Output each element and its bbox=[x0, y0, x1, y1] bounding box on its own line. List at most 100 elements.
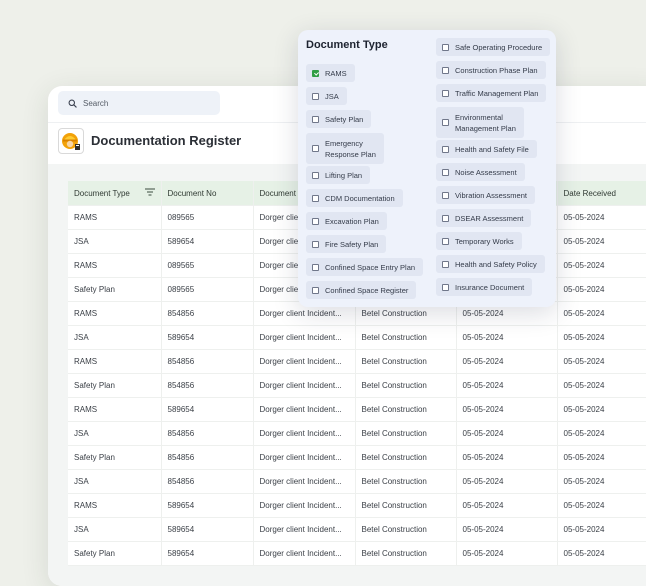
filter-option[interactable]: JSA bbox=[306, 87, 347, 105]
filter-option[interactable]: CDM Documentation bbox=[306, 189, 403, 207]
filter-option-label: Emergency Response Plan bbox=[325, 138, 376, 159]
cell-date-received: 05-05-2024 bbox=[557, 277, 646, 302]
table-row[interactable]: RAMS 589654 Dorger client Incident... Betel… bbox=[68, 493, 646, 518]
checkbox[interactable] bbox=[312, 171, 319, 179]
filter-option[interactable]: Traffic Management Plan bbox=[436, 84, 547, 102]
checkbox[interactable] bbox=[442, 191, 449, 199]
cell-document-no: 589654 bbox=[161, 325, 254, 350]
checkbox[interactable] bbox=[442, 66, 449, 74]
cell-document-no: 589654 bbox=[161, 229, 254, 254]
filter-option[interactable]: Health and Safety File bbox=[436, 140, 537, 158]
checkbox[interactable] bbox=[312, 263, 319, 271]
checkbox[interactable] bbox=[312, 69, 319, 77]
search-box[interactable]: Search bbox=[58, 91, 220, 115]
cell-document: Dorger client Incident... bbox=[253, 421, 356, 446]
cell-document-type: JSA bbox=[68, 325, 162, 350]
filter-option-label: Health and Safety File bbox=[455, 144, 529, 154]
cell-company: Betel Construction bbox=[355, 325, 457, 350]
col-document-type[interactable]: Document Type bbox=[68, 181, 162, 206]
filter-option-label: Confined Space Entry Plan bbox=[325, 262, 416, 272]
checkbox[interactable] bbox=[312, 115, 319, 123]
filter-lines-icon[interactable] bbox=[144, 188, 155, 198]
filter-option[interactable]: DSEAR Assessment bbox=[436, 209, 532, 227]
filter-option-label: Health and Safety Policy bbox=[455, 259, 537, 269]
filter-option[interactable]: Fire Safety Plan bbox=[306, 235, 387, 253]
checkbox[interactable] bbox=[312, 286, 319, 294]
cell-company: Betel Construction bbox=[355, 397, 457, 422]
filter-option[interactable]: Noise Assessment bbox=[436, 163, 525, 181]
cell-document-type: JSA bbox=[68, 469, 162, 494]
filter-option[interactable]: Excavation Plan bbox=[306, 212, 387, 230]
filter-option[interactable]: Lifting Plan bbox=[306, 166, 371, 184]
cell-date-issued: 05-05-2024 bbox=[456, 541, 558, 566]
cell-date-received: 05-05-2024 bbox=[557, 301, 646, 326]
checkbox[interactable] bbox=[442, 283, 449, 291]
checkbox[interactable] bbox=[442, 237, 449, 245]
cell-date-issued: 05-05-2024 bbox=[456, 349, 558, 374]
checkbox[interactable] bbox=[442, 89, 449, 97]
cell-document-type: RAMS bbox=[68, 205, 162, 230]
cell-date-issued: 05-05-2024 bbox=[456, 397, 558, 422]
checkbox[interactable] bbox=[442, 145, 449, 153]
cell-date-received: 05-05-2024 bbox=[557, 253, 646, 278]
cell-date-received: 05-05-2024 bbox=[557, 469, 646, 494]
cell-document-no: 854856 bbox=[161, 445, 254, 470]
checkbox[interactable] bbox=[442, 260, 449, 268]
table-row[interactable]: Safety Plan 854856 Dorger client Incident.… bbox=[68, 373, 646, 398]
cell-date-received: 05-05-2024 bbox=[557, 397, 646, 422]
cell-date-issued: 05-05-2024 bbox=[456, 421, 558, 446]
filter-option[interactable]: Confined Space Register bbox=[306, 281, 417, 299]
checkbox[interactable] bbox=[312, 240, 319, 248]
filter-option-label: CDM Documentation bbox=[325, 193, 395, 203]
cell-date-issued: 05-05-2024 bbox=[456, 325, 558, 350]
filter-option[interactable]: Temporary Works bbox=[436, 232, 522, 250]
filter-option[interactable]: Construction Phase Plan bbox=[436, 61, 546, 79]
table-row[interactable]: RAMS 589654 Dorger client Incident... Betel… bbox=[68, 397, 646, 422]
table-row[interactable]: Safety Plan 589654 Dorger client Incident.… bbox=[68, 541, 646, 566]
table-row[interactable]: Safety Plan 854856 Dorger client Incident.… bbox=[68, 445, 646, 470]
filter-option[interactable]: Emergency Response Plan bbox=[306, 133, 384, 164]
cell-company: Betel Construction bbox=[355, 445, 457, 470]
cell-document-no: 089565 bbox=[161, 205, 254, 230]
checkbox[interactable] bbox=[442, 43, 449, 51]
col-date-received[interactable]: Date Received bbox=[557, 181, 646, 206]
cell-document-no: 854856 bbox=[161, 349, 254, 374]
cell-document-type: Safety Plan bbox=[68, 445, 162, 470]
cell-document: Dorger client Incident... bbox=[253, 349, 356, 374]
search-label: Search bbox=[83, 98, 109, 108]
page-title: Documentation Register bbox=[91, 133, 242, 148]
filter-option[interactable]: RAMS bbox=[306, 64, 355, 82]
col-document-no[interactable]: Document No bbox=[161, 181, 254, 206]
cell-date-received: 05-05-2024 bbox=[557, 493, 646, 518]
cell-company: Betel Construction bbox=[355, 349, 457, 374]
filter-option[interactable]: Safe Operating Procedure bbox=[436, 38, 551, 56]
filter-option[interactable]: Insurance Document bbox=[436, 278, 533, 296]
table-row[interactable]: JSA589654Dorger client Incident...Betel … bbox=[68, 517, 646, 542]
checkbox[interactable] bbox=[312, 217, 319, 225]
checkbox[interactable] bbox=[312, 145, 319, 152]
checkbox[interactable] bbox=[312, 194, 319, 202]
checkbox[interactable] bbox=[442, 214, 449, 222]
cell-document-type: Safety Plan bbox=[68, 373, 162, 398]
table-row[interactable]: JSA 854856 Dorger client Incident... Betel … bbox=[68, 421, 646, 446]
cell-document-type: RAMS bbox=[68, 301, 162, 326]
cell-date-received: 05-05-2024 bbox=[557, 205, 646, 230]
cell-document: Dorger client Incident... bbox=[253, 541, 356, 566]
filter-option[interactable]: Vibration Assessment bbox=[436, 186, 535, 204]
cell-document-type: JSA bbox=[68, 517, 162, 542]
filter-option-label: JSA bbox=[325, 91, 339, 101]
filter-option[interactable]: Confined Space Entry Plan bbox=[306, 258, 424, 276]
checkbox[interactable] bbox=[312, 92, 319, 100]
filter-option[interactable]: Health and Safety Policy bbox=[436, 255, 545, 273]
cell-company: Betel Construction bbox=[355, 373, 457, 398]
table-row[interactable]: JSA 854856 Dorger client Incident... Betel … bbox=[68, 469, 646, 494]
cell-document-no: 589654 bbox=[161, 541, 254, 566]
checkbox[interactable] bbox=[442, 119, 449, 126]
filter-option-label: Traffic Management Plan bbox=[455, 88, 539, 98]
checkbox[interactable] bbox=[442, 168, 449, 176]
filter-option[interactable]: Safety Plan bbox=[306, 110, 372, 128]
table-row[interactable]: RAMS 854856 Dorger client Incident... Betel… bbox=[68, 349, 646, 374]
filter-option[interactable]: Environmental Management Plan bbox=[436, 107, 524, 138]
cell-document-type: JSA bbox=[68, 229, 162, 254]
table-row[interactable]: JSA589654Dorger client Incident...Betel … bbox=[68, 325, 646, 350]
